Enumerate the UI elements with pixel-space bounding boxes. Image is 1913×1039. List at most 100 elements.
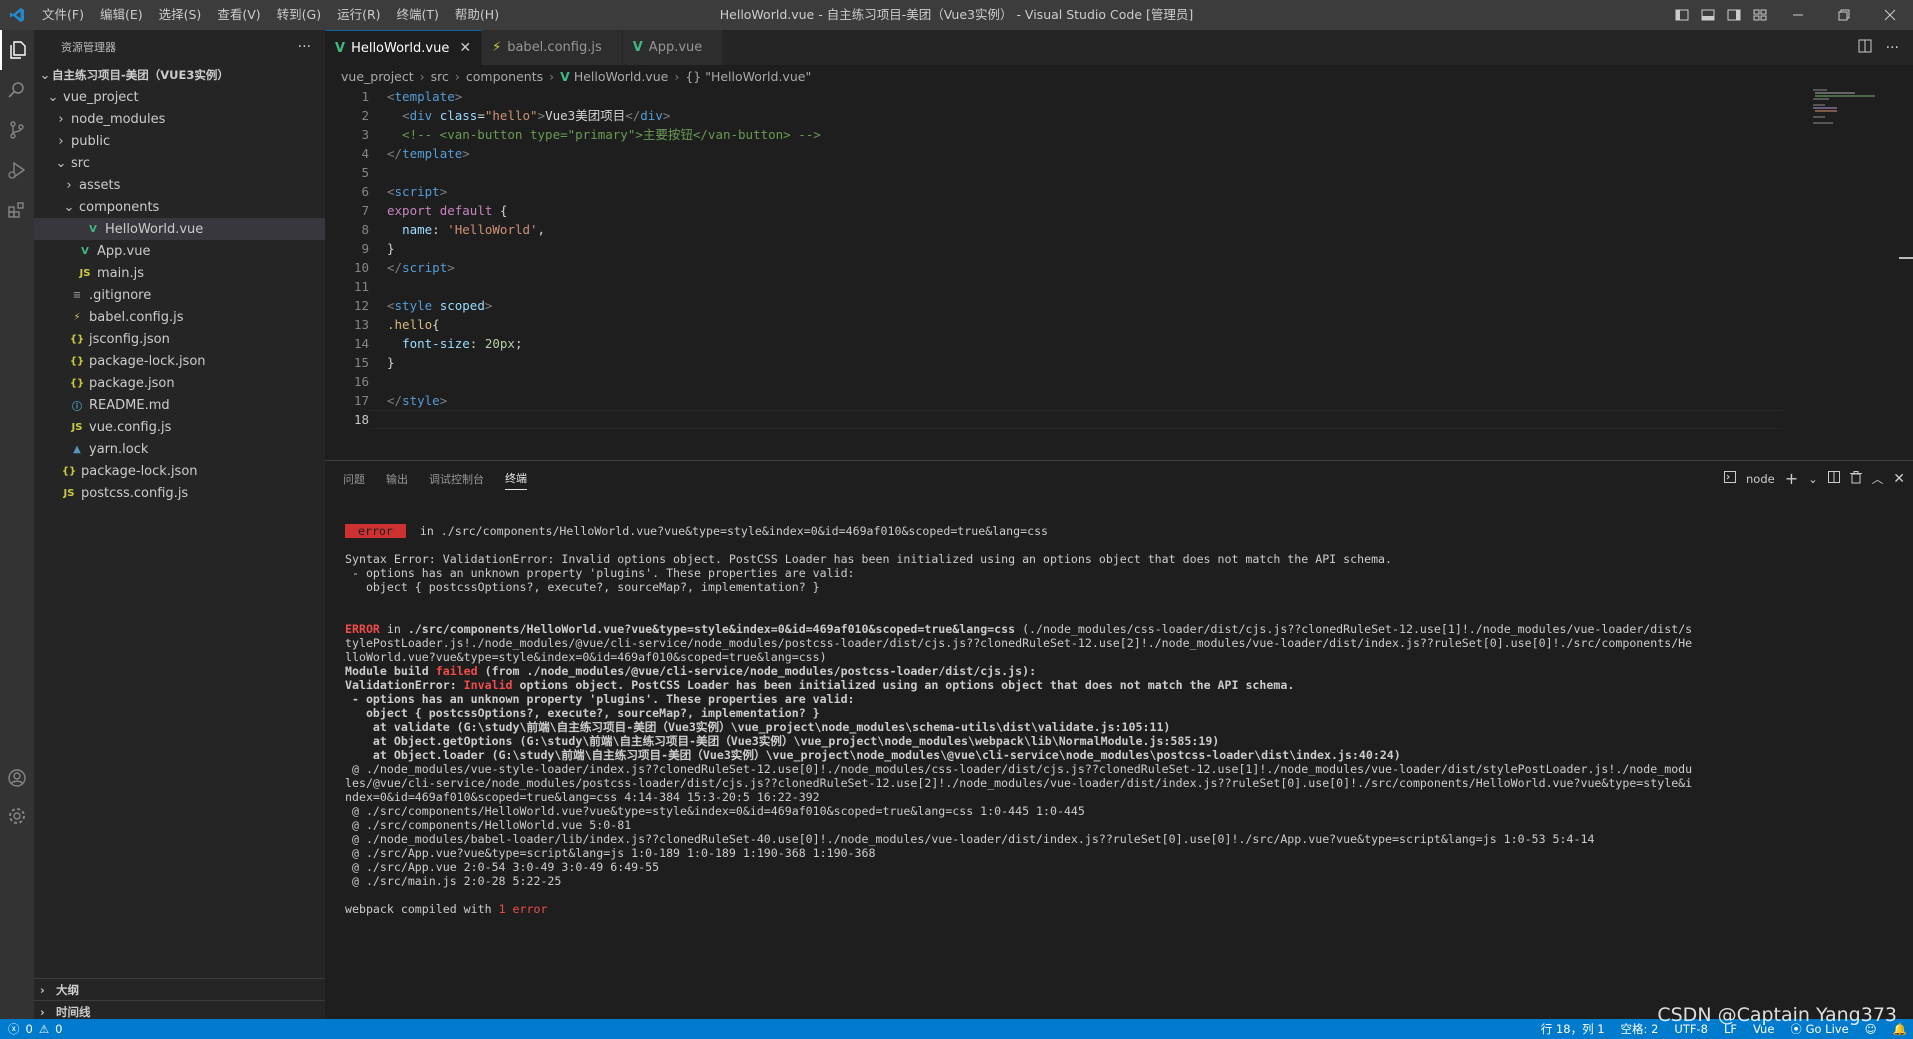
workspace-root[interactable]: ⌄ 自主练习项目-美团（VUE3实例） [34,64,325,86]
account-icon[interactable] [0,758,34,798]
tree-item[interactable]: ⌄ components [34,196,325,218]
close-icon[interactable]: ✕ [459,40,471,56]
menu-item[interactable]: 选择(S) [151,0,210,30]
code-line[interactable]: 8 name: 'HelloWorld', [325,220,1913,239]
menu-item[interactable]: 帮助(H) [447,0,507,30]
toggle-panel-icon[interactable] [1697,0,1719,30]
code-line[interactable]: 3 <!-- <van-button type="primary">主要按钮</… [325,125,1913,144]
split-editor-icon[interactable] [1858,39,1872,57]
menu-item[interactable]: 运行(R) [329,0,388,30]
maximize-panel-icon[interactable]: ︿ [1872,471,1884,487]
toggle-secondary-sidebar-icon[interactable] [1723,0,1745,30]
tree-item[interactable]: ▲ yarn.lock [34,438,325,460]
code-line[interactable]: 7 export default { [325,201,1913,220]
tree-item[interactable]: JS main.js [34,262,325,284]
code-line[interactable]: 13 .hello{ [325,315,1913,334]
panel-tab[interactable]: 终端 [505,468,527,490]
code-line[interactable]: 5 [325,163,1913,182]
breadcrumb-item[interactable]: vue_project [341,69,414,84]
menu-item[interactable]: 文件(F) [34,0,92,30]
minimap[interactable] [1809,87,1899,127]
code-line[interactable]: 18 [325,410,1913,429]
indentation[interactable]: 空格: 2 [1621,1021,1659,1037]
tree-item[interactable]: {} package.json [34,372,325,394]
tree-item[interactable]: {} jsconfig.json [34,328,325,350]
code-line[interactable]: 4 </template> [325,144,1913,163]
toggle-sidebar-icon[interactable] [1671,0,1693,30]
tree-item[interactable]: › node_modules [34,108,325,130]
tree-item[interactable]: ≡ .gitignore [34,284,325,306]
more-actions-icon[interactable]: ··· [298,39,311,55]
extensions-icon[interactable] [0,190,34,230]
terminal-text: (from ./node_modules/@vue/cli-service/no… [477,664,1037,678]
warning-icon[interactable]: ⚠ [39,1022,49,1036]
code-line[interactable]: 15} [325,353,1913,372]
code-line[interactable]: 10 </script> [325,258,1913,277]
tree-item[interactable]: V HelloWorld.vue [34,218,325,240]
panel-tab[interactable]: 输出 [386,461,408,496]
code-token: > [439,184,448,199]
breadcrumb-item[interactable]: components [466,69,543,84]
menu-item[interactable]: 编辑(E) [92,0,151,30]
panel-tab[interactable]: 调试控制台 [429,461,484,496]
editor-more-icon[interactable]: ··· [1886,40,1899,56]
code-line[interactable]: 11 [325,277,1913,296]
error-icon[interactable]: ⓧ [8,1021,20,1037]
new-terminal-icon[interactable]: + [1785,469,1798,488]
tree-item[interactable]: › public [34,130,325,152]
code-editor[interactable]: 1 <template> 2 <div class="hello">Vue3美团项目… [325,87,1913,460]
code-line[interactable]: 2 <div class="hello">Vue3美团项目</div> [325,106,1913,125]
editor-tab[interactable]: V App.vue [622,30,724,65]
tree-item[interactable]: › assets [34,174,325,196]
chevron-down-icon[interactable]: ⌄ [1808,472,1818,486]
warning-count[interactable]: 0 [55,1022,62,1036]
tree-item[interactable]: ⓘ README.md [34,394,325,416]
breadcrumb-item[interactable]: {} "HelloWorld.vue" [685,69,811,84]
code-line[interactable]: 12 <style scoped> [325,296,1913,315]
tree-item[interactable]: V App.vue [34,240,325,262]
editor-tab[interactable]: ⚡ babel.config.js [482,30,623,65]
source-control-icon[interactable] [0,110,34,150]
code-line[interactable]: 1 <template> [325,87,1913,106]
terminal-name[interactable]: node [1746,472,1775,486]
tree-item[interactable]: ⚡ babel.config.js [34,306,325,328]
tree-item[interactable]: JS postcss.config.js [34,482,325,504]
tree-item[interactable]: JS vue.config.js [34,416,325,438]
tree-item[interactable]: ⌄ vue_project [34,86,325,108]
terminal-text: webpack compiled with [345,902,499,916]
settings-gear-icon[interactable] [0,796,34,836]
code-line[interactable]: 6 <script> [325,182,1913,201]
explorer-icon[interactable] [0,30,34,70]
panel-tab[interactable]: 问题 [343,461,365,496]
close-window-icon[interactable] [1867,0,1913,30]
code-line[interactable]: 14 font-size: 20px; [325,334,1913,353]
tree-item[interactable]: ⌄ src [34,152,325,174]
code-line[interactable]: 16 [325,372,1913,391]
tree-item[interactable]: {} package-lock.json [34,460,325,482]
minimize-icon[interactable] [1775,0,1821,30]
run-debug-icon[interactable] [0,150,34,190]
terminal-text: object { postcssOptions?, execute?, sour… [345,580,820,594]
outline-section[interactable]: › 大纲 [34,978,325,1000]
breadcrumb-item[interactable]: src [431,69,449,84]
cursor-position[interactable]: 行 18，列 1 [1541,1021,1605,1037]
split-terminal-icon[interactable] [1827,471,1840,486]
terminal-output[interactable]: error in ./src/components/HelloWorld.vue… [345,524,1893,916]
search-icon[interactable] [0,70,34,110]
breadcrumb-item[interactable]: HelloWorld.vue [574,69,669,84]
file-type-icon: {} [69,377,85,389]
menu-item[interactable]: 终端(T) [389,0,447,30]
menu-item[interactable]: 查看(V) [209,0,268,30]
tree-item-label: postcss.config.js [81,485,189,501]
scrollbar-marker[interactable] [1899,257,1913,259]
editor-tab[interactable]: V HelloWorld.vue ✕ [325,30,483,65]
code-line[interactable]: 17 </style> [325,391,1913,410]
trash-icon[interactable] [1849,470,1862,487]
close-panel-icon[interactable]: ✕ [1893,471,1905,487]
error-count[interactable]: 0 [26,1022,33,1036]
customize-layout-icon[interactable] [1749,0,1771,30]
menu-item[interactable]: 转到(G) [269,0,329,30]
tree-item[interactable]: {} package-lock.json [34,350,325,372]
restore-icon[interactable] [1821,0,1867,30]
code-line[interactable]: 9} [325,239,1913,258]
